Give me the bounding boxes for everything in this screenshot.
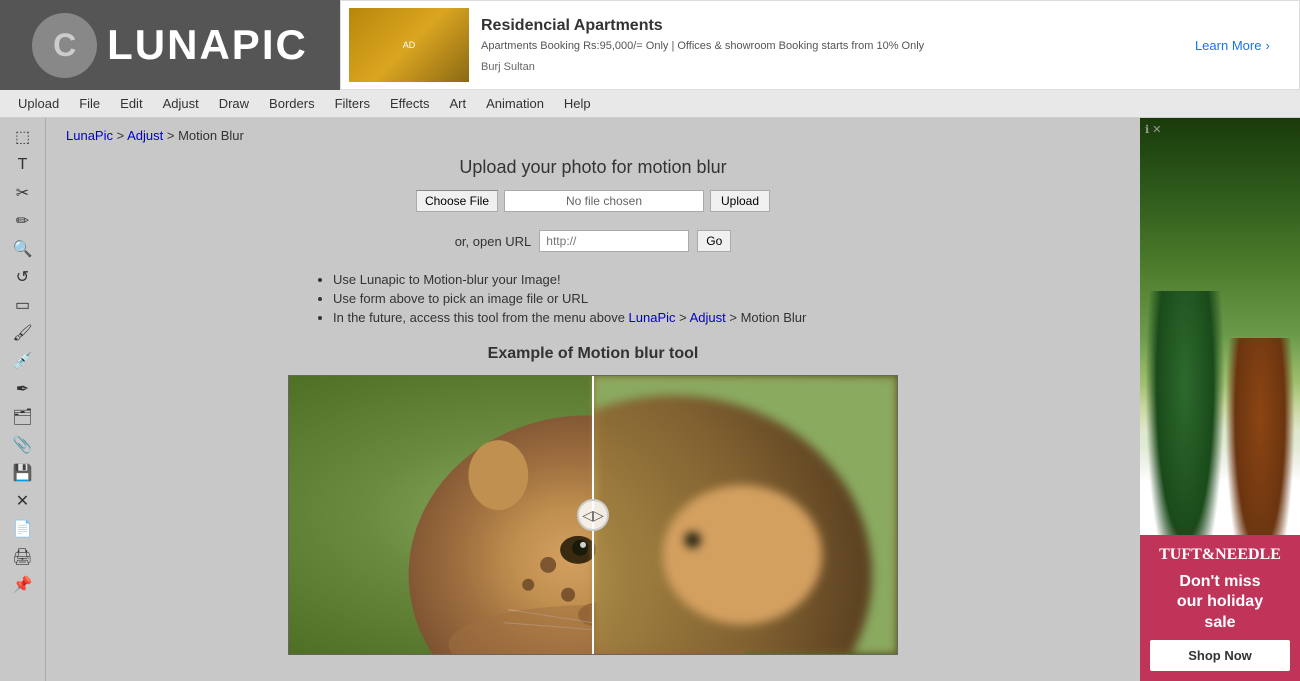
right-ad-panel: ℹ ✕ TUFT&NEEDLE Don't miss our holiday s… — [1140, 118, 1300, 681]
sidebar-close-icon[interactable]: ✕ — [5, 488, 41, 514]
instructions: Use Lunapic to Motion-blur your Image! U… — [293, 272, 893, 325]
ad-content: Residencial Apartments Apartments Bookin… — [481, 17, 1195, 72]
instr3-adjust[interactable]: Adjust — [690, 310, 726, 325]
sidebar-pen-icon[interactable]: ✒ — [5, 376, 41, 402]
header: C LUNAPIC AD Residencial Apartments Apar… — [0, 0, 1300, 90]
sidebar: ⬚ T ✂ ✏ 🔍 ↺ ▭ 🖌 💉 ✒ 🗂 📎 💾 ✕ 📄 🖨 📌 — [0, 118, 46, 681]
content-area: LunaPic > Adjust > Motion Blur Upload yo… — [46, 118, 1140, 681]
file-row: Choose File No file chosen Upload — [66, 190, 1120, 212]
ad-settings-icon[interactable]: ℹ ✕ — [1145, 123, 1161, 136]
instruction-3: In the future, access this tool from the… — [333, 310, 893, 325]
url-label: or, open URL — [455, 234, 532, 249]
nav-borders[interactable]: Borders — [259, 92, 325, 115]
sidebar-select-icon[interactable]: ⬚ — [5, 124, 41, 150]
logo-text: LUNAPIC — [107, 21, 308, 69]
breadcrumb: LunaPic > Adjust > Motion Blur — [66, 128, 1120, 143]
instruction-1: Use Lunapic to Motion-blur your Image! — [333, 272, 893, 287]
nav-bar: Upload File Edit Adjust Draw Borders Fil… — [0, 90, 1300, 118]
instruction-2: Use form above to pick an image file or … — [333, 291, 893, 306]
breadcrumb-section[interactable]: Adjust — [127, 128, 163, 143]
nav-draw[interactable]: Draw — [209, 92, 259, 115]
shop-now-button[interactable]: Shop Now — [1150, 640, 1290, 671]
ad-source: Burj Sultan — [481, 61, 1195, 73]
sidebar-print-icon[interactable]: 🖨 — [5, 544, 41, 570]
ad-cta-label: Learn More — [1195, 38, 1261, 53]
breadcrumb-sep1: > — [113, 128, 127, 143]
instr3-suffix: > Motion Blur — [726, 310, 807, 325]
nav-edit[interactable]: Edit — [110, 92, 152, 115]
sidebar-paint-icon[interactable]: 🖌 — [5, 320, 41, 346]
logo-icon: C — [32, 13, 97, 78]
url-row: or, open URL Go — [66, 230, 1120, 252]
sidebar-pencil-icon[interactable]: ✏ — [5, 208, 41, 234]
ad-headline: Don't miss our holiday sale — [1150, 572, 1290, 634]
ad-banner: AD Residencial Apartments Apartments Boo… — [340, 0, 1300, 90]
sidebar-folder-icon[interactable]: 🗂 — [5, 404, 41, 430]
sidebar-rect-icon[interactable]: ▭ — [5, 292, 41, 318]
nav-file[interactable]: File — [69, 92, 110, 115]
go-button[interactable]: Go — [697, 230, 731, 252]
nav-help[interactable]: Help — [554, 92, 601, 115]
no-file-text: No file chosen — [504, 190, 704, 212]
ad-description: Apartments Booking Rs:95,000/= Only | Of… — [481, 39, 1195, 54]
upload-title: Upload your photo for motion blur — [66, 157, 1120, 178]
main-area: ⬚ T ✂ ✏ 🔍 ↺ ▭ 🖌 💉 ✒ 🗂 📎 💾 ✕ 📄 🖨 📌 LunaPi… — [0, 118, 1300, 681]
ad-cta-arrow-icon: › — [1265, 38, 1269, 53]
logo: C LUNAPIC — [0, 0, 340, 90]
nav-upload[interactable]: Upload — [8, 92, 69, 115]
ad-image: AD — [349, 8, 469, 82]
sidebar-search-icon[interactable]: 🔍 — [5, 236, 41, 262]
ad-cta-button[interactable]: Learn More › — [1195, 38, 1274, 53]
comparison-slider[interactable]: ◁▷ — [577, 499, 609, 531]
sidebar-dropper-icon[interactable]: 💉 — [5, 348, 41, 374]
breadcrumb-current: Motion Blur — [178, 128, 244, 143]
upload-section: Upload your photo for motion blur Choose… — [66, 157, 1120, 252]
ad-bottom-section: TUFT&NEEDLE Don't miss our holiday sale … — [1140, 535, 1300, 681]
sidebar-doc-icon[interactable]: 📄 — [5, 516, 41, 542]
nav-art[interactable]: Art — [439, 92, 476, 115]
ad-title: Residencial Apartments — [481, 17, 1195, 35]
image-comparison: ◁▷ — [288, 375, 898, 655]
sidebar-undo-icon[interactable]: ↺ — [5, 264, 41, 290]
nav-effects[interactable]: Effects — [380, 92, 440, 115]
sidebar-cut-icon[interactable]: ✂ — [5, 180, 41, 206]
right-advertisement: ℹ ✕ TUFT&NEEDLE Don't miss our holiday s… — [1140, 118, 1300, 681]
url-input[interactable] — [539, 230, 689, 252]
example-title: Example of Motion blur tool — [66, 345, 1120, 363]
upload-button[interactable]: Upload — [710, 190, 770, 212]
breadcrumb-sep2: > — [163, 128, 178, 143]
instr3-prefix: In the future, access this tool from the… — [333, 310, 629, 325]
breadcrumb-home[interactable]: LunaPic — [66, 128, 113, 143]
sidebar-text-icon[interactable]: T — [5, 152, 41, 178]
sidebar-pin-icon[interactable]: 📎 — [5, 432, 41, 458]
sidebar-stamp-icon[interactable]: 📌 — [5, 572, 41, 598]
ad-brand-label: TUFT&NEEDLE — [1150, 545, 1290, 566]
nav-adjust[interactable]: Adjust — [153, 92, 209, 115]
after-image — [593, 376, 897, 654]
choose-file-button[interactable]: Choose File — [416, 190, 498, 212]
nav-filters[interactable]: Filters — [325, 92, 380, 115]
sidebar-save-icon[interactable]: 💾 — [5, 460, 41, 486]
nav-animation[interactable]: Animation — [476, 92, 554, 115]
logo-c-letter: C — [53, 27, 76, 64]
instr3-lunapic[interactable]: LunaPic — [629, 310, 676, 325]
